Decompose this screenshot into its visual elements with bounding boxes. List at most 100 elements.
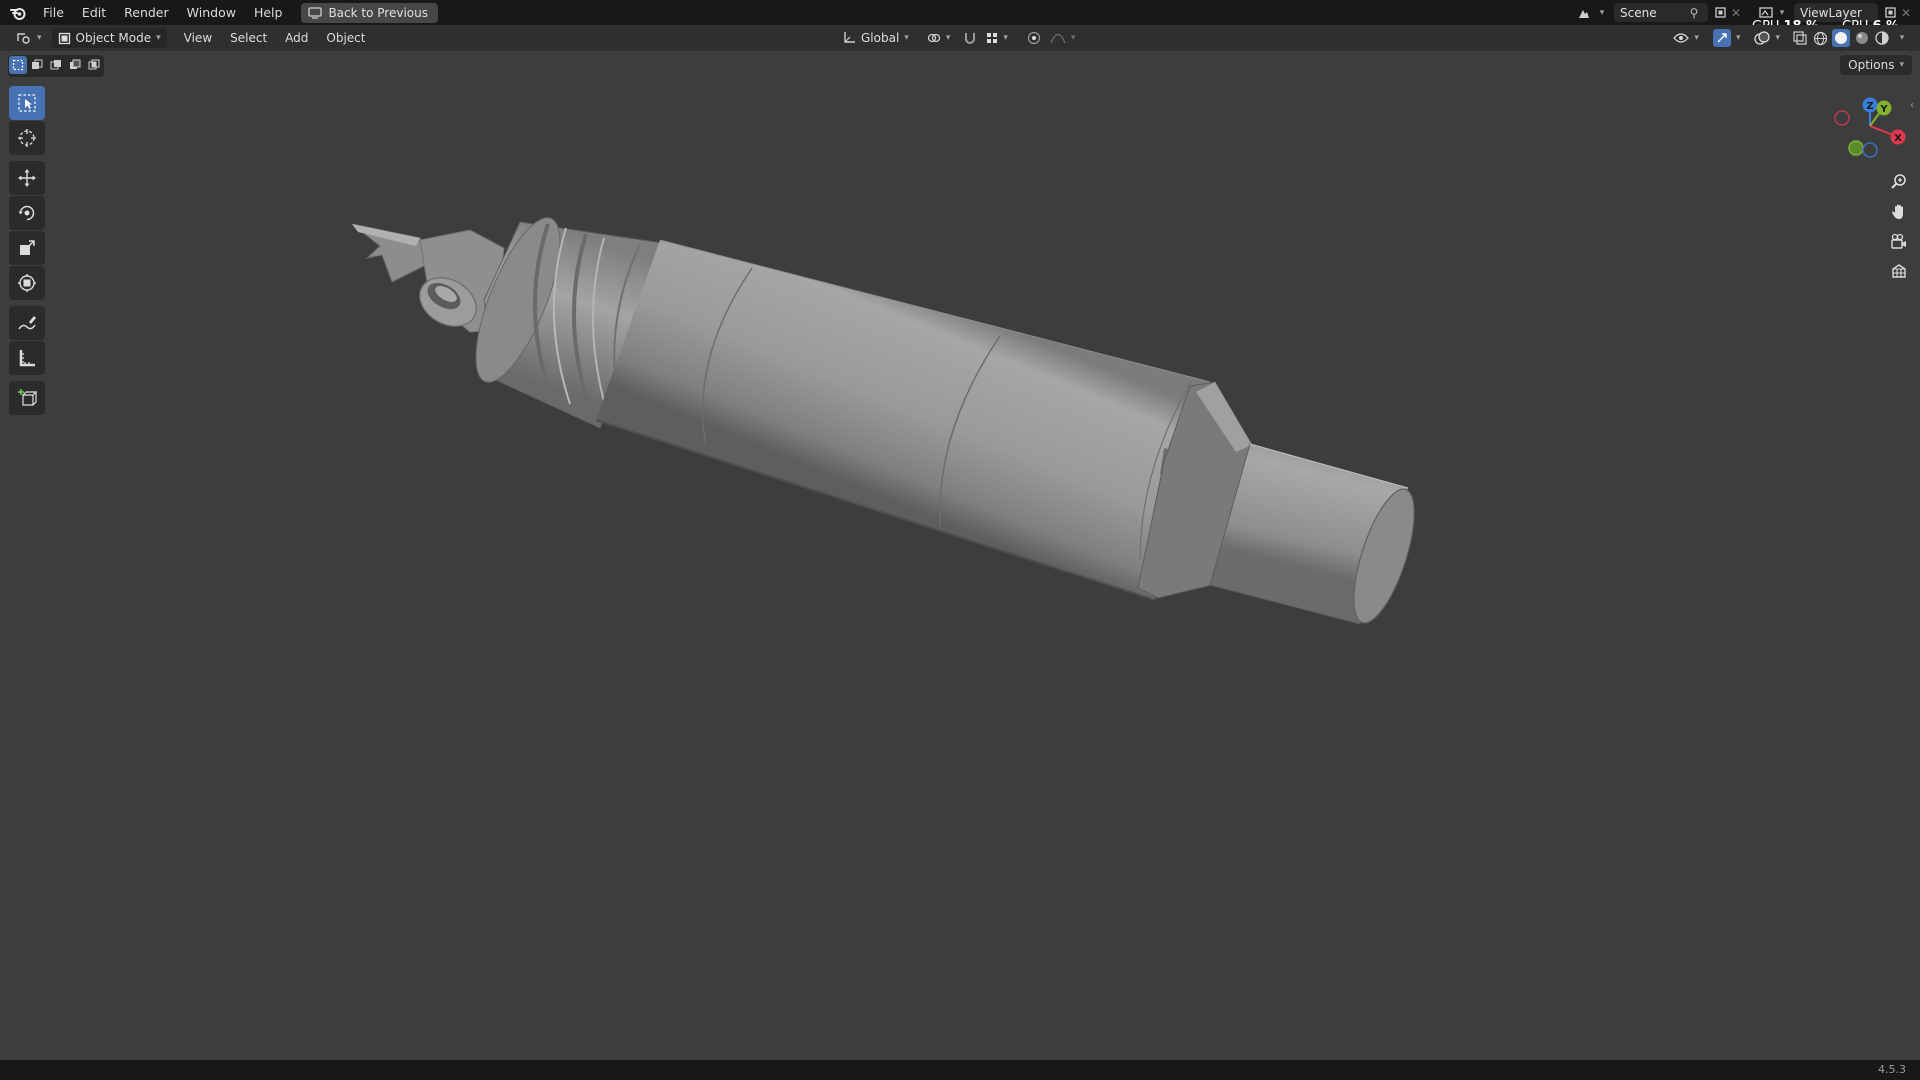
menu-view[interactable]: View [175, 31, 221, 45]
menu-add[interactable]: Add [276, 31, 317, 45]
menu-object[interactable]: Object [317, 31, 374, 45]
menu-window[interactable]: Window [178, 2, 245, 24]
tool-move[interactable] [9, 161, 45, 195]
tool-transform[interactable] [9, 266, 45, 300]
transform-orientation-dropdown[interactable]: Global ▾ [836, 28, 915, 48]
cylinder-3d-model [351, 217, 1415, 625]
chevron-down-icon[interactable]: ▾ [1894, 30, 1910, 46]
back-to-previous-label: Back to Previous [328, 5, 428, 20]
screen-icon [308, 6, 323, 19]
tool-measure[interactable] [9, 341, 45, 375]
xray-toggle-icon[interactable] [1792, 30, 1808, 46]
top-menu-bar: File Edit Render Window Help Back to Pre… [0, 0, 1920, 25]
back-to-previous-button[interactable]: Back to Previous [301, 2, 438, 23]
ortho-toggle-button[interactable] [1886, 260, 1912, 284]
select-subtract-icon[interactable] [47, 56, 65, 74]
mode-dropdown[interactable]: Object Mode ▾ [51, 28, 167, 48]
navigation-buttons [1886, 170, 1912, 284]
neg-x-axis-icon[interactable] [1834, 110, 1850, 126]
orientation-axes-icon [844, 32, 855, 43]
falloff-dropdown[interactable]: ▾ [1048, 28, 1078, 48]
menu-render[interactable]: Render [115, 2, 178, 24]
camera-view-button[interactable] [1886, 230, 1912, 254]
select-invert-icon[interactable] [66, 56, 84, 74]
status-bar: 4.5.3 [0, 1060, 1920, 1080]
x-axis-label: X [1894, 133, 1902, 144]
neg-y-axis-icon[interactable] [1848, 140, 1864, 156]
select-box-icon [18, 94, 36, 112]
menu-edit[interactable]: Edit [73, 2, 115, 24]
rendered-shading-icon[interactable] [1874, 30, 1890, 46]
version-label: 4.5.3 [1878, 1063, 1906, 1076]
blender-logo-icon[interactable] [8, 3, 28, 23]
rotate-icon [18, 205, 35, 221]
overlays-dropdown[interactable]: ▾ [1752, 28, 1782, 48]
scene-type-icon[interactable] [1576, 5, 1592, 21]
hand-pan-icon [1892, 204, 1903, 219]
left-toolbar [8, 86, 46, 416]
viewport-header: ▾ Object Mode ▾ View Select Add Object G… [0, 25, 1920, 51]
editor-3d-icon [17, 33, 30, 44]
chevron-down-icon: ▾ [156, 33, 161, 43]
navigation-gizmo[interactable]: Z Y X [1826, 94, 1916, 174]
transform-controls: Global ▾ ▾ ▾ ▾ [836, 28, 1077, 48]
pin-icon[interactable]: ⚲ [1686, 5, 1702, 21]
select-new-icon[interactable] [9, 56, 27, 74]
proportional-edit-icon[interactable] [1026, 30, 1042, 46]
viewport-shading-controls: ▾ ▾ ▾ ▾ [1671, 28, 1910, 48]
chevron-down-icon: ▾ [1003, 33, 1008, 43]
new-scene-icon[interactable] [1712, 5, 1728, 21]
snap-grid-icon [987, 33, 998, 43]
pivot-point-dropdown[interactable]: ▾ [921, 28, 957, 48]
zoom-button[interactable] [1886, 170, 1912, 194]
chevron-down-icon: ▾ [37, 33, 42, 43]
orientation-label: Global [861, 31, 900, 45]
neg-z-axis-icon[interactable] [1862, 142, 1878, 158]
menu-help[interactable]: Help [245, 2, 292, 24]
z-axis-label: Z [1866, 101, 1873, 112]
cursor-icon [18, 129, 36, 147]
3d-viewport[interactable] [0, 51, 1920, 1060]
menu-select[interactable]: Select [221, 31, 276, 45]
gizmo-dropdown[interactable]: ▾ [1711, 28, 1743, 48]
pan-button[interactable] [1886, 200, 1912, 224]
chevron-down-icon: ▾ [1899, 60, 1904, 70]
wireframe-shading-icon[interactable] [1812, 30, 1828, 46]
chevron-down-icon: ▾ [1775, 33, 1780, 43]
object-mode-icon [58, 32, 70, 44]
selection-mode-group [8, 55, 104, 77]
options-dropdown[interactable]: Options ▾ [1840, 55, 1912, 75]
editor-type-dropdown[interactable]: ▾ [10, 28, 48, 48]
zoom-icon [1891, 174, 1906, 189]
delete-scene-icon[interactable]: ✕ [1728, 5, 1744, 21]
overlay-icon [1754, 31, 1771, 45]
move-icon [18, 169, 36, 187]
transform-icon [18, 274, 36, 292]
tool-scale[interactable] [9, 231, 45, 265]
scene-name: Scene [1620, 5, 1657, 20]
solid-shading-icon[interactable] [1832, 29, 1850, 47]
camera-icon [1891, 233, 1906, 249]
snap-toggle-icon[interactable] [962, 30, 978, 46]
tool-select-box[interactable] [9, 86, 45, 120]
mode-label: Object Mode [75, 31, 152, 45]
falloff-curve-icon [1050, 33, 1066, 44]
delete-view-layer-icon[interactable]: ✕ [1898, 5, 1914, 21]
tool-rotate[interactable] [9, 196, 45, 230]
select-intersect-icon[interactable] [85, 56, 103, 74]
eye-icon [1673, 33, 1690, 43]
ortho-grid-icon [1892, 264, 1906, 278]
snap-target-dropdown[interactable]: ▾ [984, 28, 1010, 48]
chevron-down-icon[interactable]: ▾ [1594, 5, 1610, 21]
chevron-down-icon: ▾ [945, 33, 951, 43]
tool-add-cube[interactable] [9, 381, 45, 415]
chevron-down-icon: ▾ [904, 33, 909, 43]
tool-annotate[interactable] [9, 306, 45, 340]
material-shading-icon[interactable] [1854, 30, 1870, 46]
scale-icon [20, 240, 35, 255]
tool-cursor[interactable] [9, 121, 45, 155]
scene-selector[interactable]: Scene ⚲ [1614, 3, 1708, 22]
menu-file[interactable]: File [34, 2, 73, 24]
select-extend-icon[interactable] [28, 56, 46, 74]
visibility-dropdown[interactable]: ▾ [1671, 28, 1701, 48]
